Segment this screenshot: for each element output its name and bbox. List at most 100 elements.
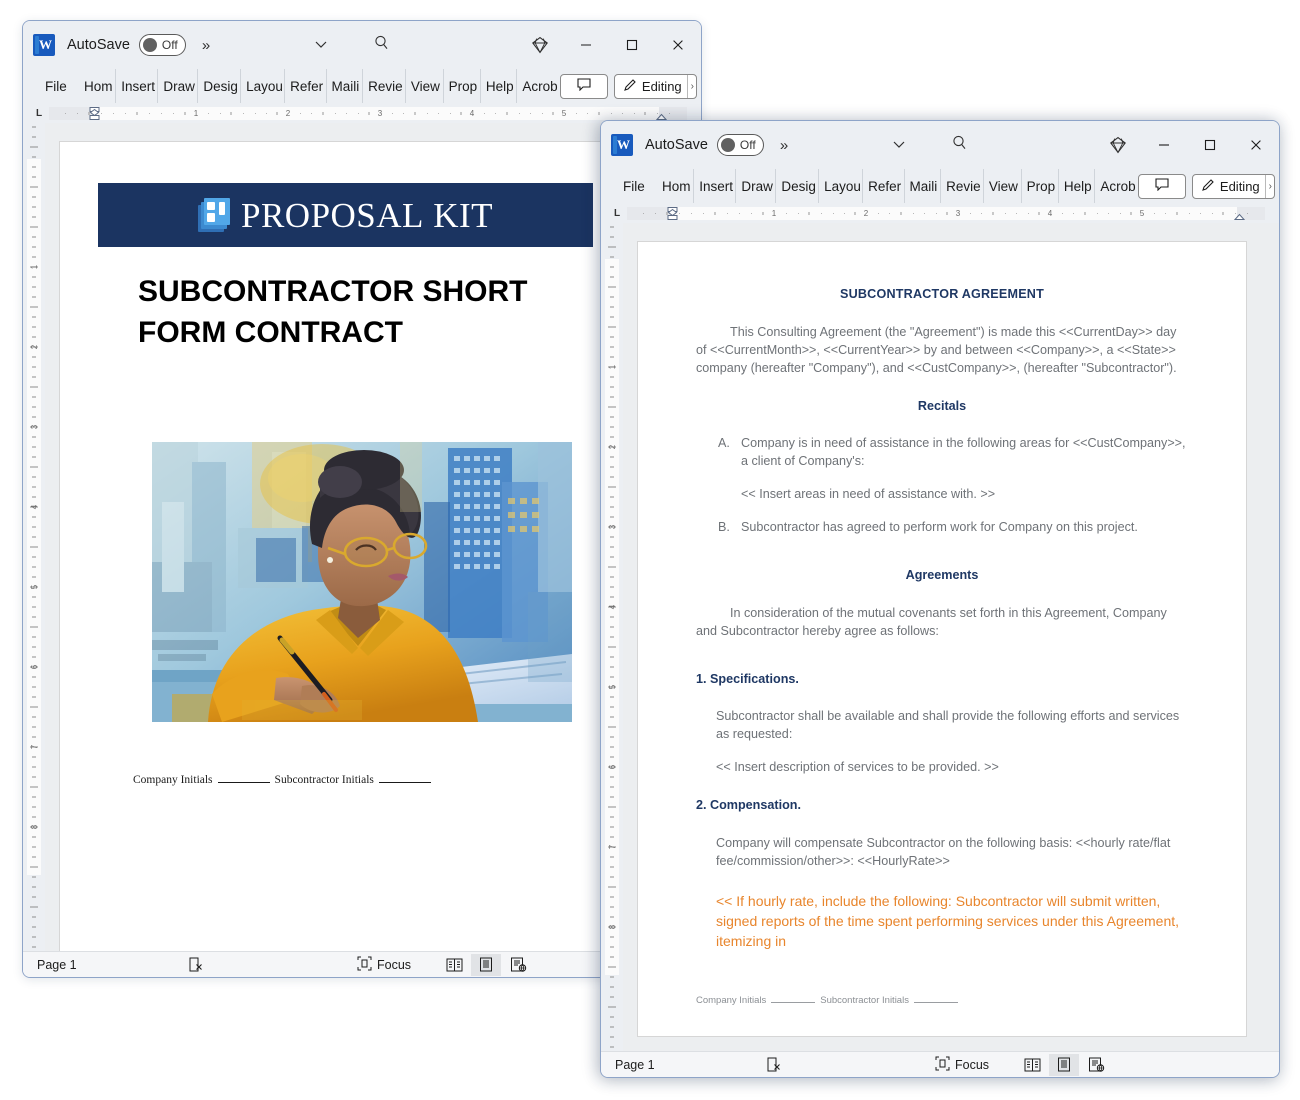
- close-button[interactable]: [1233, 123, 1279, 167]
- window-1-view-switcher[interactable]: [439, 953, 533, 976]
- minimize-button[interactable]: [563, 23, 609, 67]
- search-icon[interactable]: [373, 34, 391, 57]
- tab-stop-selector[interactable]: L: [607, 208, 627, 219]
- quick-access-more-button[interactable]: »: [780, 137, 788, 154]
- ruler-ticks: 1 2 3 4 5: [65, 106, 670, 120]
- tab-insert[interactable]: Insert: [116, 69, 159, 103]
- copilot-diamond-icon[interactable]: [1095, 123, 1141, 167]
- word-window-2[interactable]: W AutoSave Off » File Hom Insert Draw De…: [600, 120, 1280, 1078]
- focus-icon: [357, 956, 372, 974]
- minimize-button[interactable]: [1141, 123, 1187, 167]
- editing-mode-button[interactable]: Editing ›: [1191, 173, 1275, 199]
- focus-mode-button[interactable]: Focus: [357, 956, 411, 974]
- tab-acrobat[interactable]: Acrob: [1095, 169, 1137, 203]
- web-layout-icon[interactable]: [503, 954, 533, 976]
- chevron-down-icon[interactable]: [313, 36, 329, 55]
- window-2-ribbon-actions[interactable]: Editing ›: [1137, 169, 1279, 203]
- window-1-controls[interactable]: [517, 23, 701, 67]
- tab-help[interactable]: Help: [1059, 169, 1096, 203]
- section-2-highlight-note: << If hourly rate, include the following…: [716, 892, 1180, 950]
- agreements-intro-paragraph: In consideration of the mutual covenants…: [696, 605, 1167, 638]
- close-button[interactable]: [655, 23, 701, 67]
- editing-caret-icon[interactable]: ›: [686, 74, 694, 98]
- horizontal-ruler-track[interactable]: 1 2 3 4 5: [49, 106, 687, 120]
- tab-mailings[interactable]: Maili: [905, 169, 942, 203]
- tab-view[interactable]: View: [984, 169, 1022, 203]
- autosave-state-label: Off: [161, 38, 178, 52]
- window-1-horizontal-ruler[interactable]: L 1 2 3 4 5: [23, 103, 701, 123]
- quick-access-more-button[interactable]: »: [202, 37, 210, 54]
- word-logo-letter: W: [39, 37, 52, 52]
- tab-review[interactable]: Revie: [941, 169, 984, 203]
- tab-proposal[interactable]: Prop: [444, 69, 481, 103]
- autosave-toggle[interactable]: Off: [138, 34, 186, 56]
- window-2-ribbon-tabs[interactable]: File Hom Insert Draw Desig Layou Refer M…: [601, 169, 1279, 203]
- tab-help[interactable]: Help: [481, 69, 518, 103]
- document-illustration[interactable]: [152, 442, 572, 722]
- editing-mode-button[interactable]: Editing ›: [613, 73, 697, 99]
- copilot-diamond-icon[interactable]: [517, 23, 563, 67]
- tab-design[interactable]: Desig: [198, 69, 242, 103]
- comment-icon: [577, 78, 591, 94]
- window-1-titlebar[interactable]: W AutoSave Off »: [23, 21, 701, 69]
- tab-home[interactable]: Hom: [657, 169, 695, 203]
- vertical-ruler-ticks: 1 2 3 4 5 6 7 8: [608, 226, 617, 1048]
- svg-text:1: 1: [608, 364, 617, 369]
- tab-stop-selector[interactable]: L: [29, 108, 49, 119]
- window-2-titlebar[interactable]: W AutoSave Off »: [601, 121, 1279, 169]
- tab-home[interactable]: Hom: [79, 69, 117, 103]
- svg-text:1: 1: [30, 264, 39, 269]
- chevron-down-icon[interactable]: [891, 136, 907, 155]
- accessibility-checker-icon[interactable]: [187, 956, 357, 973]
- tab-review[interactable]: Revie: [363, 69, 406, 103]
- window-1-ribbon-tabs[interactable]: File Hom Insert Draw Desig Layou Refer M…: [23, 69, 701, 103]
- section-2-body: Company will compensate Subcontractor on…: [716, 835, 1171, 868]
- horizontal-ruler-track[interactable]: 1 2 3 4 5: [627, 206, 1265, 220]
- tab-file[interactable]: File: [37, 69, 79, 103]
- tab-view[interactable]: View: [406, 69, 444, 103]
- window-2-vertical-ruler[interactable]: 1 2 3 4 5 6 7 8: [601, 223, 623, 1051]
- tab-draw[interactable]: Draw: [736, 169, 777, 203]
- tab-references[interactable]: Refer: [285, 69, 327, 103]
- tab-references[interactable]: Refer: [863, 169, 905, 203]
- tab-insert[interactable]: Insert: [694, 169, 737, 203]
- agreement-body[interactable]: SUBCONTRACTOR AGREEMENT This Consulting …: [638, 242, 1246, 1036]
- tab-layout[interactable]: Layou: [819, 169, 864, 203]
- document-page-1[interactable]: SUBCONTRACTOR AGREEMENT This Consulting …: [637, 241, 1247, 1037]
- proposal-kit-banner: PROPOSAL KIT: [98, 183, 593, 247]
- tab-draw[interactable]: Draw: [158, 69, 199, 103]
- tab-proposal[interactable]: Prop: [1022, 169, 1059, 203]
- print-layout-icon[interactable]: [1049, 1053, 1080, 1076]
- svg-text:2: 2: [864, 209, 869, 218]
- tab-file[interactable]: File: [615, 169, 657, 203]
- recital-b-marker: B.: [718, 520, 730, 534]
- read-mode-icon[interactable]: [439, 954, 469, 976]
- editing-caret-icon[interactable]: ›: [1264, 174, 1272, 198]
- window-2-body: 1 2 3 4 5 6 7 8 SUBCONTRACTOR AGREEMENT: [601, 223, 1279, 1051]
- tab-acrobat[interactable]: Acrob: [517, 69, 559, 103]
- window-2-statusbar[interactable]: Page 1 Focus: [601, 1051, 1279, 1077]
- comments-button[interactable]: [1137, 173, 1186, 199]
- window-2-document-area[interactable]: SUBCONTRACTOR AGREEMENT This Consulting …: [623, 223, 1279, 1051]
- tab-layout[interactable]: Layou: [241, 69, 286, 103]
- document-page-1[interactable]: PROPOSAL KIT SUBCONTRACTOR SHORT FORM CO…: [59, 141, 624, 951]
- focus-mode-button[interactable]: Focus: [935, 1056, 989, 1074]
- page-indicator[interactable]: Page 1: [615, 1058, 765, 1072]
- search-icon[interactable]: [951, 134, 969, 157]
- autosave-toggle[interactable]: Off: [716, 134, 764, 156]
- window-2-view-switcher[interactable]: [1017, 1053, 1111, 1076]
- page-indicator[interactable]: Page 1: [37, 958, 187, 972]
- print-layout-icon[interactable]: [471, 953, 502, 976]
- maximize-button[interactable]: [609, 23, 655, 67]
- web-layout-icon[interactable]: [1081, 1054, 1111, 1076]
- tab-mailings[interactable]: Maili: [327, 69, 364, 103]
- read-mode-icon[interactable]: [1017, 1054, 1047, 1076]
- maximize-button[interactable]: [1187, 123, 1233, 167]
- window-2-horizontal-ruler[interactable]: L 1 2 3 4 5: [601, 203, 1279, 223]
- comments-button[interactable]: [559, 73, 608, 99]
- window-2-controls[interactable]: [1095, 123, 1279, 167]
- tab-design[interactable]: Desig: [776, 169, 820, 203]
- window-1-vertical-ruler[interactable]: 1 2 3 4 5 6 7 8: [23, 123, 45, 951]
- window-1-ribbon-actions[interactable]: Editing ›: [559, 69, 701, 103]
- accessibility-checker-icon[interactable]: [765, 1056, 935, 1073]
